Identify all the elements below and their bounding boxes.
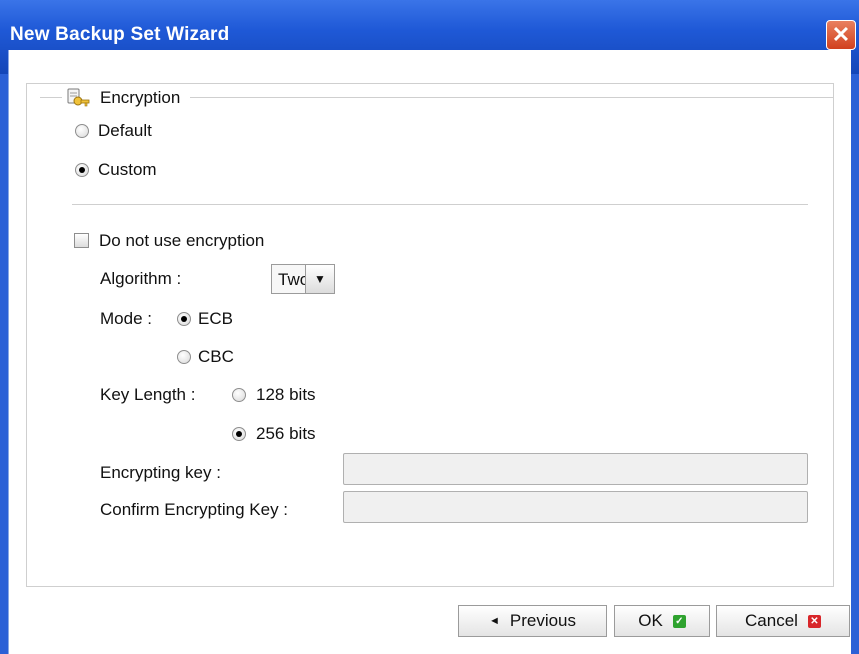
mode-cbc-label[interactable]: CBC [198,347,234,367]
mode-ecb-radio[interactable] [177,312,191,326]
key-256-radio[interactable] [232,427,246,441]
arrow-left-icon: ◄ [488,615,500,627]
close-window-button[interactable]: ✕ [826,20,856,50]
ok-button[interactable]: OK ✓ [614,605,710,637]
cancel-button[interactable]: Cancel ✕ [716,605,850,637]
ok-button-label: OK [638,611,663,630]
key-length-label: Key Length : [100,385,196,404]
previous-button[interactable]: ◄ Previous [458,605,607,637]
key-icon [66,87,90,109]
encrypting-key-input[interactable] [343,453,808,485]
key-256-label[interactable]: 256 bits [256,424,316,444]
mode-cbc-radio[interactable] [177,350,191,364]
window-title: New Backup Set Wizard [10,24,230,45]
default-radio-label[interactable]: Default [98,121,152,141]
confirm-key-input[interactable] [343,491,808,523]
check-icon: ✓ [672,614,686,628]
no-encryption-label[interactable]: Do not use encryption [99,231,264,251]
custom-radio-label[interactable]: Custom [98,160,157,180]
no-encryption-checkbox[interactable] [74,233,89,248]
cancel-button-label: Cancel [745,611,798,630]
mode-label: Mode : [100,309,152,328]
custom-radio[interactable] [75,163,89,177]
previous-button-label: Previous [509,611,577,630]
key-128-label[interactable]: 128 bits [256,385,316,405]
encryption-legend: Encryption [62,86,191,110]
default-radio[interactable] [75,124,89,138]
chevron-down-icon[interactable]: ▼ [305,264,335,294]
section-divider [72,204,808,205]
encrypting-key-label: Encrypting key : [100,463,221,482]
key-128-radio[interactable] [232,388,246,402]
encryption-legend-label: Encryption [100,88,181,107]
algorithm-label: Algorithm : [100,269,182,288]
mode-ecb-label[interactable]: ECB [198,309,233,329]
confirm-key-label: Confirm Encrypting Key : [100,500,289,519]
close-icon: ✕ [807,614,821,628]
